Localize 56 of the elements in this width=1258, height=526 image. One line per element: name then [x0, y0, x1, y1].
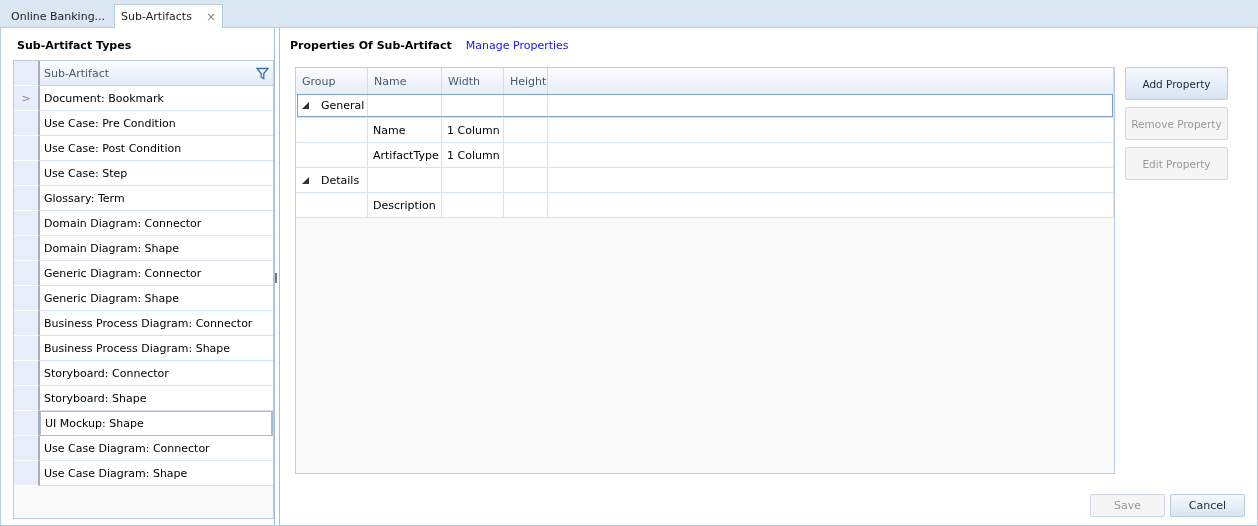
table-cell: [442, 193, 504, 218]
property-button[interactable]: Add Property: [1125, 67, 1228, 100]
table-cell: [504, 193, 548, 218]
sub-artifact-row[interactable]: Use Case Diagram: Connector: [40, 436, 273, 461]
sub-artifact-row[interactable]: Use Case: Post Condition: [40, 136, 273, 161]
sub-artifact-row[interactable]: Use Case Diagram: Shape: [40, 461, 273, 486]
row-indicator[interactable]: [14, 211, 40, 236]
filter-icon[interactable]: [256, 66, 269, 80]
row-indicator[interactable]: [14, 186, 40, 211]
row-indicator[interactable]: [14, 336, 40, 361]
row-indicator[interactable]: [14, 411, 40, 436]
column-header[interactable]: Name: [368, 68, 442, 95]
row-indicator[interactable]: [14, 436, 40, 461]
row-indicator[interactable]: [14, 136, 40, 161]
sub-artifact-row[interactable]: Business Process Diagram: Shape: [40, 336, 273, 361]
column-header[interactable]: Sub-Artifact: [40, 61, 273, 86]
tab[interactable]: Online Banking...: [4, 5, 113, 27]
dialog-button[interactable]: Cancel: [1170, 494, 1245, 517]
column-header[interactable]: Height: [504, 68, 548, 95]
row-indicator[interactable]: [14, 161, 40, 186]
row-indicator[interactable]: [14, 461, 40, 486]
row-indicator[interactable]: [14, 111, 40, 136]
expander-icon[interactable]: [302, 176, 309, 184]
expander-icon[interactable]: [302, 101, 309, 109]
group-label: Details: [321, 173, 360, 187]
sub-artifact-row[interactable]: UI Mockup: Shape: [40, 411, 273, 436]
sub-artifact-row[interactable]: Domain Diagram: Connector: [40, 211, 273, 236]
sub-artifact-row[interactable]: Storyboard: Shape: [40, 386, 273, 411]
sub-artifact-row[interactable]: Business Process Diagram: Connector: [40, 311, 273, 336]
sub-artifact-row[interactable]: Glossary: Term: [40, 186, 273, 211]
table-cell: [296, 193, 368, 218]
group-label: General: [321, 98, 365, 112]
group-row[interactable]: General: [296, 93, 1114, 118]
sub-artifact-row[interactable]: Generic Diagram: Connector: [40, 261, 273, 286]
header-corner: [14, 61, 40, 86]
row-indicator[interactable]: [14, 386, 40, 411]
row-indicator[interactable]: [14, 286, 40, 311]
tab[interactable]: Sub-Artifacts ×: [114, 4, 223, 28]
sub-artifact-row[interactable]: Use Case: Step: [40, 161, 273, 186]
sub-artifact-row[interactable]: Use Case: Pre Condition: [40, 111, 273, 136]
sub-artifact-row[interactable]: Generic Diagram: Shape: [40, 286, 273, 311]
row-indicator[interactable]: [14, 236, 40, 261]
table-cell: Description: [368, 193, 442, 218]
sub-artifact-row[interactable]: Storyboard: Connector: [40, 361, 273, 386]
sub-artifact-row[interactable]: Domain Diagram: Shape: [40, 236, 273, 261]
row-indicator[interactable]: [14, 311, 40, 336]
sub-artifact-row[interactable]: Document: Bookmark: [40, 86, 273, 111]
panel-title: Sub-Artifact Types: [16, 38, 133, 54]
row-indicator[interactable]: [14, 261, 40, 286]
column-header[interactable]: Width: [442, 68, 504, 95]
row-indicator[interactable]: [14, 361, 40, 386]
group-row[interactable]: Details: [296, 168, 1114, 193]
manage-properties-link[interactable]: Manage Properties: [465, 39, 569, 52]
close-icon[interactable]: ×: [205, 9, 216, 24]
panel-title: Properties Of Sub-Artifact: [290, 39, 452, 52]
column-header[interactable]: Group: [296, 68, 368, 95]
